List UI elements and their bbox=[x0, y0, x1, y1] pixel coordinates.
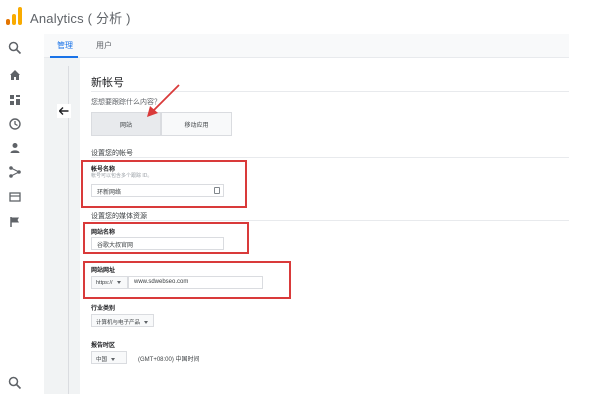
app-title: Analytics ( 分析 ) bbox=[30, 11, 131, 26]
divider bbox=[91, 220, 569, 221]
annotation-arrow bbox=[147, 84, 180, 117]
timezone-country-value: 中国 bbox=[96, 357, 108, 363]
share-icon[interactable] bbox=[8, 165, 22, 179]
industry-value: 计算机与电子产品 bbox=[96, 320, 141, 326]
tab-admin[interactable]: 管理 bbox=[57, 40, 73, 51]
divider bbox=[91, 157, 569, 158]
industry-label: 行业类别 bbox=[91, 306, 116, 312]
timezone-text: (GMT+08:00) 中国时间 bbox=[138, 357, 200, 363]
industry-dropdown[interactable]: 计算机与电子产品 bbox=[91, 314, 154, 327]
tab-user[interactable]: 用户 bbox=[96, 40, 112, 51]
search-icon[interactable] bbox=[8, 41, 22, 55]
mobile-app-choice-label: 移动应用 bbox=[184, 122, 209, 129]
person-icon[interactable] bbox=[8, 141, 22, 155]
timezone-label: 报告时区 bbox=[91, 343, 116, 349]
dashboard-icon[interactable] bbox=[8, 93, 22, 107]
back-arrow-icon[interactable] bbox=[57, 104, 71, 118]
admin-tabs: 管理 用户 bbox=[44, 34, 569, 58]
search-icon[interactable] bbox=[8, 376, 22, 390]
top-bar: Analytics ( 分析 ) bbox=[0, 0, 594, 34]
highlight-box bbox=[83, 222, 249, 254]
chevron-down-icon bbox=[144, 321, 149, 325]
timezone-country-dropdown[interactable]: 中国 bbox=[91, 351, 127, 364]
website-choice-label: 网站 bbox=[119, 122, 132, 129]
report-icon[interactable] bbox=[8, 190, 22, 204]
left-nav-rail bbox=[0, 34, 30, 394]
clock-icon[interactable] bbox=[8, 117, 22, 131]
highlight-box bbox=[83, 261, 291, 299]
home-icon[interactable] bbox=[8, 68, 22, 82]
chevron-down-icon bbox=[111, 358, 116, 362]
flag-icon[interactable] bbox=[8, 215, 22, 229]
page-title: 新帐号 bbox=[91, 77, 124, 89]
analytics-logo-icon[interactable] bbox=[6, 7, 22, 25]
highlight-box bbox=[81, 160, 247, 208]
